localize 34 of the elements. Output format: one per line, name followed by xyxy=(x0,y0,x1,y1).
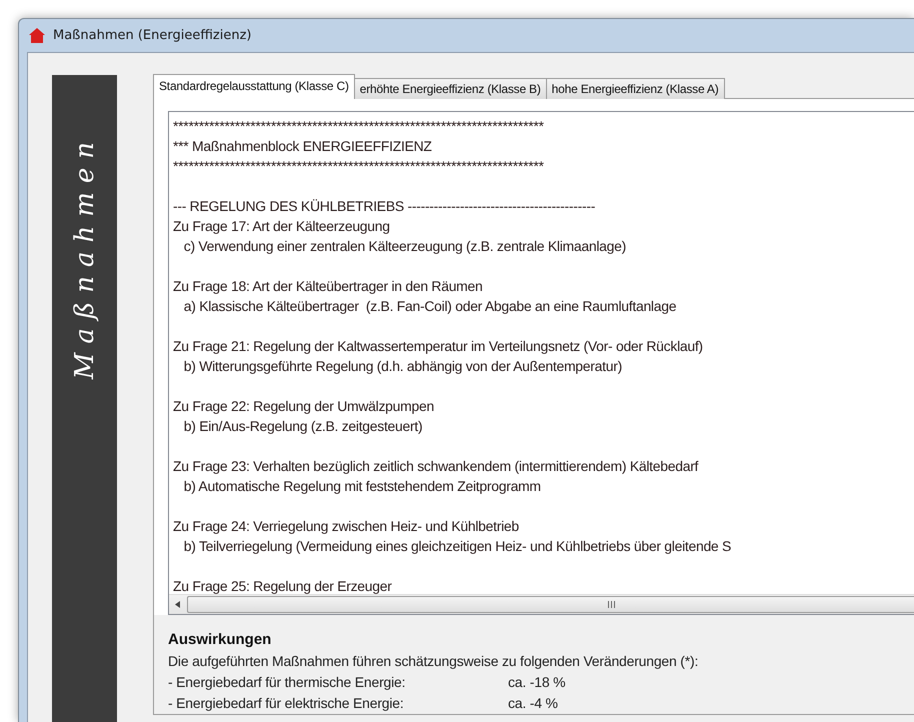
scrollbar-thumb[interactable] xyxy=(187,596,914,613)
effect-value: ca. -4 % xyxy=(508,694,559,713)
tab[interactable]: erhöhte Energieeffizienz (Klasse B) xyxy=(354,78,547,99)
tab[interactable]: hohe Energieeffizienz (Klasse A) xyxy=(546,78,724,99)
effect-label: - Energiebedarf für thermische Energie: xyxy=(168,673,406,692)
report-line: Zu Frage 25: Regelung der Erzeuger xyxy=(173,577,393,594)
report-line: b) Ein/Aus-Regelung (z.B. zeitgesteuert) xyxy=(182,417,424,436)
report-line: b) Teilverriegelung (Vermeidung eines gleichzeitigen Heiz- und Kühlbetriebs über gleitende S xyxy=(182,537,732,556)
window-title: Maßnahmen (Energieeffizienz) xyxy=(53,28,252,43)
report-line: b) Witterungsgeführte Regelung (d.h. abhängig von der Außentemperatur) xyxy=(182,357,623,376)
report-line: Zu Frage 23: Verhalten bezüglich zeitlich schwankendem (intermittierendem) Kältebedarf xyxy=(173,457,700,476)
report-line: Zu Frage 21: Regelung der Kaltwassertemperatur im Verteilungsnetz (Vor- oder Rücklauf) xyxy=(173,337,704,356)
sidebar-label: Maßnahmen xyxy=(70,133,100,380)
effects-description: Die aufgeführten Maßnahmen führen schätzungsweise zu folgenden Veränderungen (*): xyxy=(168,652,700,671)
report-line: a) Klassische Kälteübertrager (z.B. Fan-Coil) oder Abgabe an eine Raumluftanlage xyxy=(182,297,678,316)
report-line: Zu Frage 24: Verriegelung zwischen Heiz- und Kühlbetrieb xyxy=(173,517,520,536)
report-line: --- REGELUNG DES KÜHLBETRIEBS ------------------------------------------- xyxy=(173,197,596,216)
report-line: Zu Frage 17: Art der Kälteerzeugung xyxy=(173,217,391,236)
grip-icon xyxy=(608,601,614,608)
report-textbox[interactable] xyxy=(168,111,914,615)
effects-heading: Auswirkungen xyxy=(168,630,272,650)
report-line: ************************************************************************ xyxy=(173,117,545,136)
scroll-left-icon[interactable] xyxy=(175,601,181,608)
house-icon xyxy=(29,28,45,43)
report-line: *** Maßnahmenblock ENERGIEEFFIZIENZ xyxy=(173,137,433,156)
tab[interactable]: Standardregelausstattung (Klasse C) xyxy=(153,74,355,99)
report-line: b) Automatische Regelung mit feststehendem Zeitprogramm xyxy=(182,477,542,496)
horizontal-scrollbar[interactable] xyxy=(169,594,914,614)
report-line: Zu Frage 18: Art der Kälteübertrager in den Räumen xyxy=(173,277,484,296)
report-line: ************************************************************************ xyxy=(173,157,545,176)
effect-label: - Energiebedarf für elektrische Energie: xyxy=(168,694,405,713)
effect-value: ca. -18 % xyxy=(508,673,566,692)
report-line: c) Verwendung einer zentralen Kälteerzeugung (z.B. zentrale Klimaanlage) xyxy=(182,237,627,256)
report-line: Zu Frage 22: Regelung der Umwälzpumpen xyxy=(173,397,435,416)
